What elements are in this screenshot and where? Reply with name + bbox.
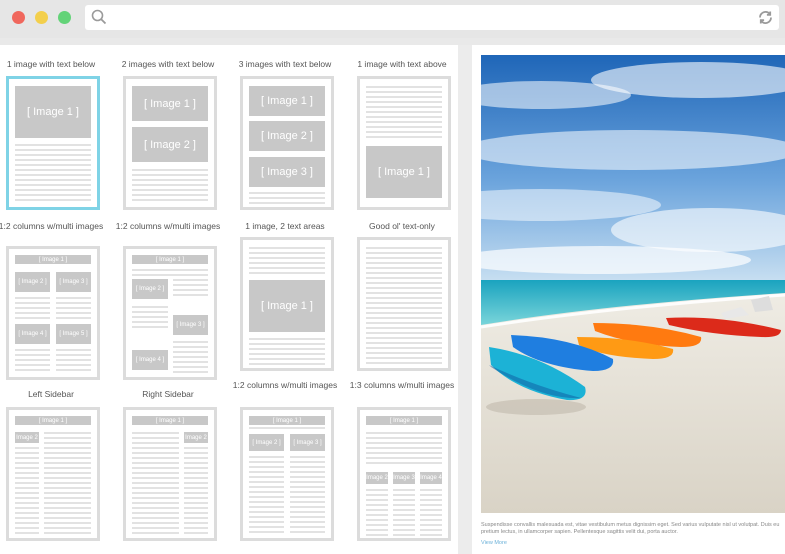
text-lines — [249, 427, 325, 432]
template-label: 3 images with text below — [238, 59, 332, 69]
template-1-2-columns-images[interactable]: [ Image 1 ] [ Image 2 ] [ Image 3 ] — [240, 407, 334, 541]
template-label: 1 image, 2 text areas — [245, 221, 325, 231]
text-lines — [366, 86, 442, 141]
image-placeholder: [ Image 1 ] — [249, 86, 325, 116]
image-placeholder: [ Image 1 ] — [15, 86, 91, 138]
panel-divider — [458, 45, 472, 554]
text-lines — [420, 489, 442, 536]
image-placeholder: [ Image 2 ] — [15, 272, 50, 292]
image-placeholder: [ Image 1 ] — [132, 86, 208, 121]
template-gallery: 1 image with text below [ Image 1 ] 2 im… — [0, 45, 458, 554]
text-lines — [56, 349, 91, 374]
image-placeholder: [ Image 1 ] — [249, 280, 325, 332]
template-label: 1:3 columns w/multi images — [349, 380, 455, 390]
template-label: 1:2 columns w/multi images — [0, 221, 104, 231]
text-lines — [366, 432, 442, 467]
template-1-2-columns-alternating[interactable]: [ Image 1 ] [ Image 2 ] [ Image 3 ] [ Im… — [123, 246, 217, 380]
browser-toolbar — [0, 0, 785, 38]
beach-kayaks-photo — [481, 55, 785, 513]
text-lines — [249, 247, 325, 275]
text-lines — [132, 306, 168, 331]
template-preview: Suspendisse convallis malesuada est, vit… — [472, 45, 785, 554]
address-bar[interactable] — [85, 5, 779, 30]
image-placeholder: [ Image 2 ] — [182, 432, 210, 443]
text-lines — [15, 447, 39, 535]
template-1-3-columns-images[interactable]: [ Image 1 ] [ Image 2 ] [ Image 3 ] [ Im… — [357, 407, 451, 541]
text-lines — [44, 432, 91, 535]
image-placeholder: [ Image 4 ] — [15, 324, 50, 344]
image-placeholder: [ Image 1 ] — [249, 416, 325, 425]
text-lines — [132, 432, 179, 535]
text-lines — [56, 297, 91, 319]
template-left-sidebar[interactable]: [ Image 1 ] [ Image 2 ] — [6, 407, 100, 541]
preview-caption: Suspendisse convallis malesuada est, vit… — [481, 522, 780, 535]
text-lines — [366, 247, 442, 365]
template-1-2-columns-multi-images[interactable]: [ Image 1 ] [ Image 2 ] [ Image 3 ] [ Im… — [6, 246, 100, 380]
template-text-only[interactable] — [357, 237, 451, 371]
image-placeholder: [ Image 4 ] — [417, 472, 445, 484]
close-window-button[interactable] — [12, 11, 25, 24]
template-right-sidebar[interactable]: [ Image 1 ] [ Image 2 ] — [123, 407, 217, 541]
image-placeholder: [ Image 2 ] — [363, 472, 391, 484]
image-placeholder: [ Image 2 ] — [249, 121, 325, 151]
image-placeholder: [ Image 1 ] — [366, 416, 442, 425]
image-placeholder: [ Image 5 ] — [56, 324, 91, 344]
text-lines — [15, 297, 50, 319]
image-placeholder: [ Image 3 ] — [290, 434, 325, 451]
text-lines — [15, 144, 91, 204]
image-placeholder: [ Image 1 ] — [132, 255, 208, 264]
template-label: 1 image with text above — [357, 59, 447, 69]
image-placeholder: [ Image 1 ] — [132, 416, 208, 425]
text-lines — [249, 338, 325, 366]
template-label: Good ol' text-only — [369, 221, 435, 231]
template-label: Left Sidebar — [28, 389, 74, 399]
text-lines — [290, 456, 325, 536]
image-placeholder: [ Image 3 ] — [173, 315, 208, 335]
template-label: 2 images with text below — [121, 59, 215, 69]
text-lines — [393, 489, 415, 536]
image-placeholder: [ Image 3 ] — [249, 157, 325, 187]
image-placeholder: [ Image 1 ] — [15, 255, 91, 264]
template-label: 1:2 columns w/multi images — [115, 221, 221, 231]
text-lines — [15, 349, 50, 374]
image-placeholder: [ Image 4 ] — [132, 350, 168, 370]
template-label: 1 image with text below — [6, 59, 96, 69]
image-placeholder: [ Image 2 ] — [132, 127, 208, 162]
refresh-icon[interactable] — [757, 9, 774, 26]
image-placeholder: [ Image 3 ] — [56, 272, 91, 292]
text-lines — [366, 489, 388, 536]
minimize-window-button[interactable] — [35, 11, 48, 24]
template-2-images-text-below[interactable]: [ Image 1 ] [ Image 2 ] — [123, 76, 217, 210]
image-placeholder: [ Image 2 ] — [132, 279, 168, 299]
image-placeholder: [ Image 2 ] — [249, 434, 284, 451]
template-1-image-text-above[interactable]: [ Image 1 ] — [357, 76, 451, 210]
text-lines — [184, 447, 208, 535]
image-placeholder: [ Image 2 ] — [13, 432, 41, 443]
text-lines — [173, 279, 208, 299]
template-1-image-text-below[interactable]: [ Image 1 ] — [6, 76, 100, 210]
text-lines — [173, 341, 208, 374]
view-more-link[interactable]: View More — [481, 540, 507, 546]
template-3-images-text-below[interactable]: [ Image 1 ] [ Image 2 ] [ Image 3 ] — [240, 76, 334, 210]
text-lines — [249, 456, 284, 536]
template-label: 1:2 columns w/multi images — [232, 380, 338, 390]
text-lines — [132, 169, 208, 204]
image-placeholder: [ Image 1 ] — [15, 416, 91, 425]
template-1-image-2-text-areas[interactable]: [ Image 1 ] — [240, 237, 334, 371]
template-label: Right Sidebar — [142, 389, 194, 399]
search-icon — [91, 9, 107, 25]
maximize-window-button[interactable] — [58, 11, 71, 24]
image-placeholder: [ Image 1 ] — [366, 146, 442, 198]
image-placeholder: [ Image 3 ] — [390, 472, 418, 484]
text-lines — [249, 192, 325, 206]
text-lines — [132, 269, 208, 277]
